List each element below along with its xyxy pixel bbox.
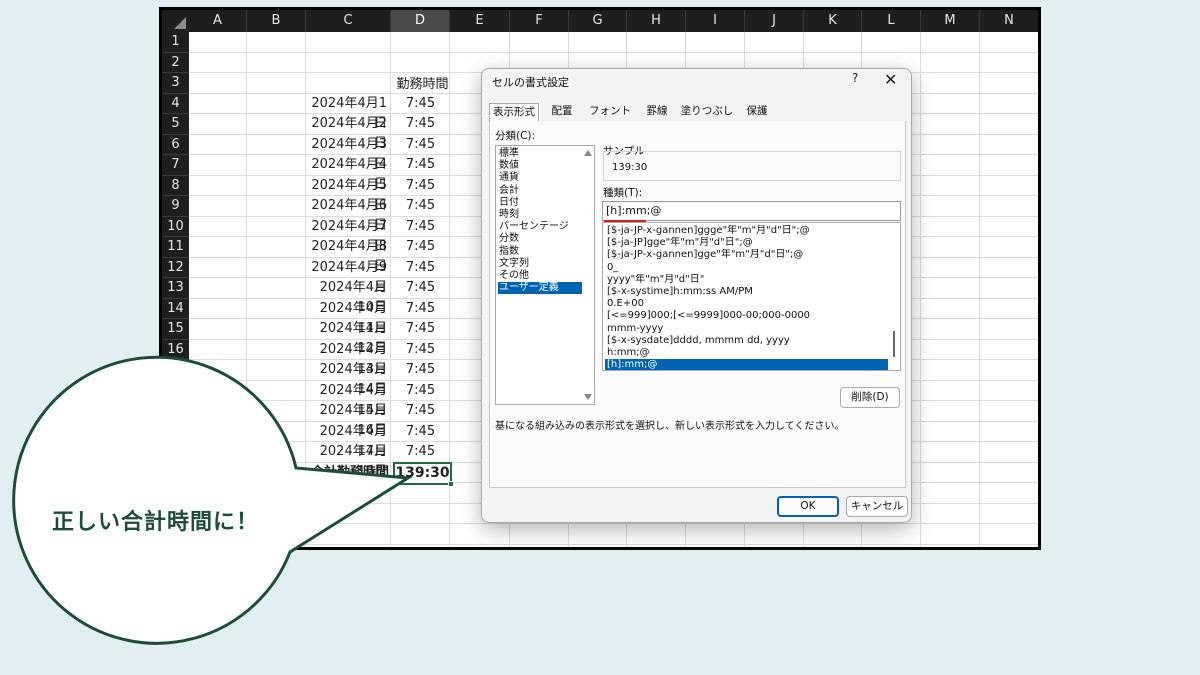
speech-bubble-shape xyxy=(12,355,413,645)
callout-text: 正しい合計時間に！ xyxy=(52,510,260,535)
speech-bubble xyxy=(12,355,413,645)
